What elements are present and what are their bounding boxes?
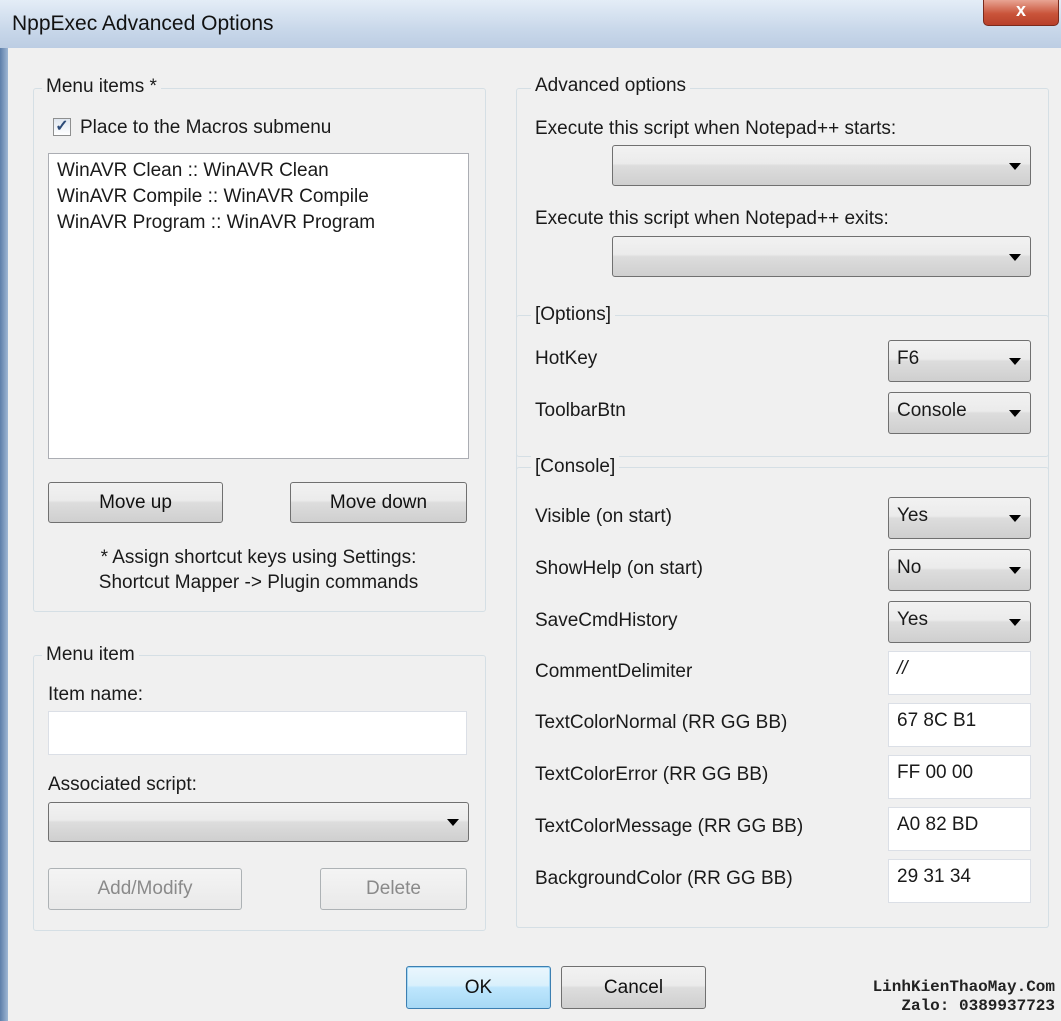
shortcut-note: * Assign shortcut keys using Settings: S… <box>48 545 469 595</box>
textcolormessage-input[interactable]: A0 82 BD <box>888 807 1031 851</box>
checkmark-icon: ✓ <box>55 118 69 135</box>
textcolormessage-label: TextColorMessage (RR GG BB) <box>535 816 804 837</box>
ok-button[interactable]: OK <box>406 966 551 1009</box>
watermark-line1: LinhKienThaoMay.Com <box>872 978 1055 996</box>
visible-value: Yes <box>897 505 928 526</box>
toolbarbtn-dropdown[interactable]: Console <box>888 392 1031 434</box>
menu-items-group-label: Menu items * <box>42 76 161 98</box>
savecmdhistory-label: SaveCmdHistory <box>535 610 678 631</box>
item-name-label: Item name: <box>48 684 144 705</box>
chevron-down-icon <box>1009 253 1021 261</box>
add-modify-button[interactable]: Add/Modify <box>48 868 242 910</box>
textcolornormal-input[interactable]: 67 8C B1 <box>888 703 1031 747</box>
chevron-down-icon <box>447 819 459 826</box>
exit-script-label: Execute this script when Notepad++ exits… <box>535 208 889 229</box>
exit-script-dropdown[interactable] <box>612 236 1031 277</box>
list-item[interactable]: WinAVR Compile :: WinAVR Compile <box>57 184 460 210</box>
showhelp-label: ShowHelp (on start) <box>535 558 703 579</box>
options-subgroup-label: [Options] <box>531 304 616 326</box>
macros-submenu-label[interactable]: Place to the Macros submenu <box>80 117 331 139</box>
textcolorerror-input[interactable]: FF 00 00 <box>888 755 1031 799</box>
macros-submenu-checkbox[interactable]: ✓ <box>53 118 71 136</box>
visible-dropdown[interactable]: Yes <box>888 497 1031 539</box>
options-subgroup <box>516 315 1049 457</box>
toolbarbtn-value: Console <box>897 400 967 421</box>
window-title: NppExec Advanced Options <box>12 12 274 35</box>
textcolornormal-label: TextColorNormal (RR GG BB) <box>535 712 788 733</box>
shortcut-note-line2: Shortcut Mapper -> Plugin commands <box>98 572 419 593</box>
shortcut-note-line1: * Assign shortcut keys using Settings: <box>100 547 417 568</box>
item-name-input[interactable] <box>48 711 467 755</box>
start-script-dropdown[interactable] <box>612 145 1031 186</box>
backgroundcolor-input[interactable]: 29 31 34 <box>888 859 1031 903</box>
savecmdhistory-dropdown[interactable]: Yes <box>888 601 1031 643</box>
chevron-down-icon <box>1009 619 1021 626</box>
window-border <box>0 48 8 1021</box>
associated-script-label: Associated script: <box>48 774 197 795</box>
watermark: LinhKienThaoMay.Com Zalo: 0389937723 <box>808 978 1055 1016</box>
chevron-down-icon <box>1009 358 1021 365</box>
associated-script-dropdown[interactable] <box>48 802 469 842</box>
showhelp-dropdown[interactable]: No <box>888 549 1031 591</box>
start-script-label: Execute this script when Notepad++ start… <box>535 118 897 139</box>
close-button[interactable]: x <box>983 0 1059 26</box>
visible-label: Visible (on start) <box>535 506 672 527</box>
toolbarbtn-label: ToolbarBtn <box>535 400 626 421</box>
commentdelimiter-label: CommentDelimiter <box>535 661 693 682</box>
move-up-button[interactable]: Move up <box>48 482 223 523</box>
menu-items-list[interactable]: WinAVR Clean :: WinAVR Clean WinAVR Comp… <box>48 153 469 459</box>
commentdelimiter-input[interactable]: // <box>888 651 1031 695</box>
title-bar: NppExec Advanced Options x <box>0 0 1061 48</box>
chevron-down-icon <box>1009 410 1021 417</box>
cancel-button[interactable]: Cancel <box>561 966 706 1009</box>
watermark-line2: Zalo: 0389937723 <box>901 997 1055 1015</box>
chevron-down-icon <box>1009 515 1021 522</box>
chevron-down-icon <box>1009 567 1021 574</box>
showhelp-value: No <box>897 557 922 578</box>
move-down-button[interactable]: Move down <box>290 482 467 523</box>
textcolorerror-label: TextColorError (RR GG BB) <box>535 764 769 785</box>
delete-button[interactable]: Delete <box>320 868 467 910</box>
hotkey-value: F6 <box>897 348 920 369</box>
chevron-down-icon <box>1009 162 1021 170</box>
hotkey-dropdown[interactable]: F6 <box>888 340 1031 382</box>
list-item[interactable]: WinAVR Program :: WinAVR Program <box>57 210 460 236</box>
savecmdhistory-value: Yes <box>897 609 928 630</box>
console-subgroup-label: [Console] <box>531 456 620 478</box>
hotkey-label: HotKey <box>535 348 598 369</box>
menu-item-group-label: Menu item <box>42 644 139 666</box>
list-item[interactable]: WinAVR Clean :: WinAVR Clean <box>57 158 460 184</box>
backgroundcolor-label: BackgroundColor (RR GG BB) <box>535 868 793 889</box>
dialog-client: Menu items * ✓ Place to the Macros subme… <box>8 48 1061 1021</box>
close-icon[interactable]: x <box>1016 0 1026 20</box>
advanced-options-label: Advanced options <box>531 75 691 97</box>
